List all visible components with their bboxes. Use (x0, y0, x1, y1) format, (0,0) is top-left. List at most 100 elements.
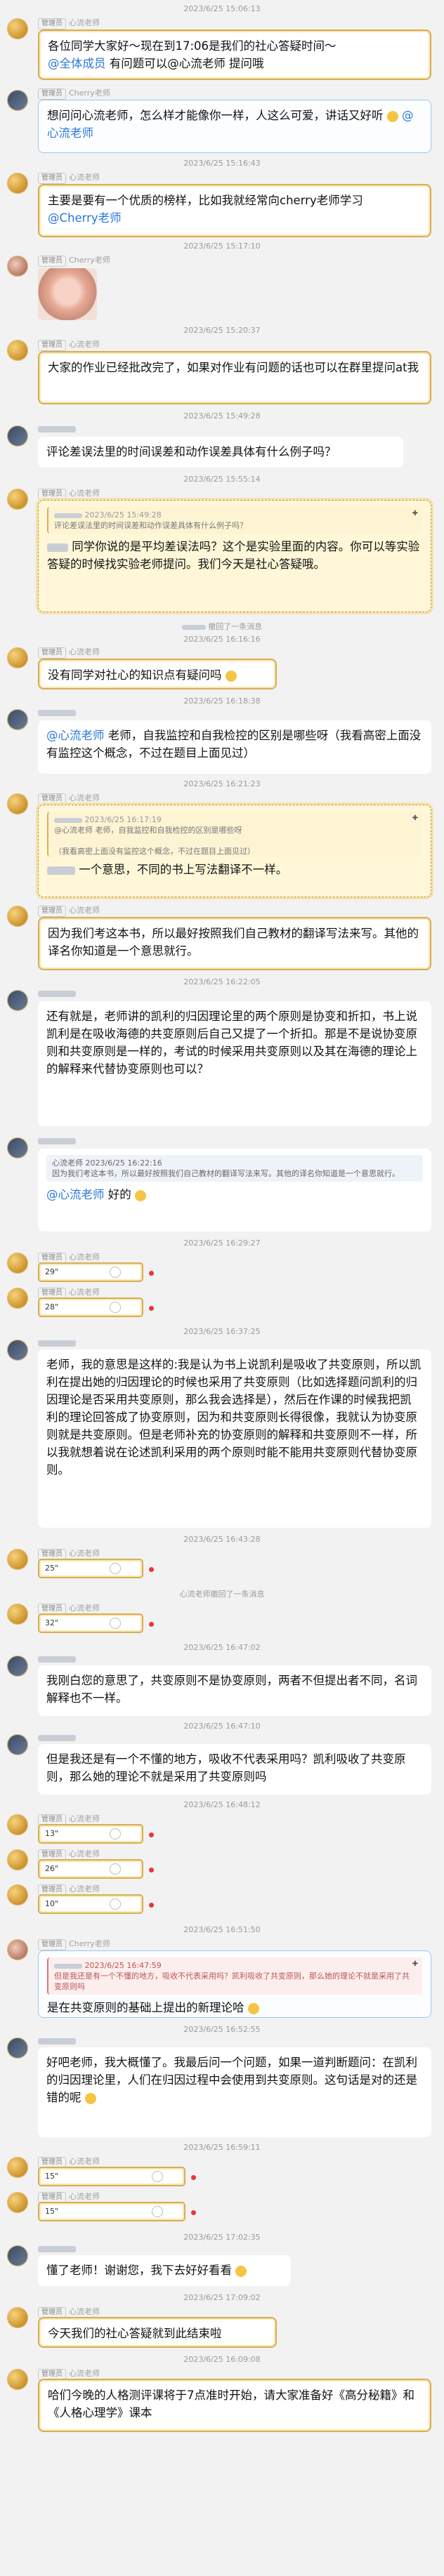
unread-dot (149, 1271, 154, 1276)
message-bubble[interactable]: 我刚白您的意思了，共变原则不是协变原则，两者不但提出者不同，名词解释也不一样。 (38, 1665, 431, 1716)
blurred-mention (47, 543, 68, 552)
teacher-avatar[interactable] (7, 1288, 28, 1309)
quoted-reply-bubble[interactable]: 2023/6/25 15:49:28 评论差误法里的时间误差和动作误差具体有什么… (38, 500, 431, 612)
teacher-avatar[interactable] (7, 1549, 28, 1570)
message-text: 今天我们的社心答疑就到此结束啦 (48, 2327, 222, 2340)
quoted-reply-bubble[interactable]: 2023/6/25 16:17:19 @心流老师 老师，自我监控和自我检控的区别… (38, 805, 431, 897)
play-icon (110, 1267, 121, 1278)
teacher-avatar[interactable] (7, 173, 28, 194)
blurred-name (38, 1656, 76, 1663)
blurred-name (54, 817, 82, 823)
message-bubble[interactable]: 好吧老师，我大概懂了。我最后问一个问题，如果一道判断题问：在凯利的归因理论里，人… (38, 2047, 431, 2137)
quote-block[interactable]: 2023/6/25 16:17:19 @心流老师 老师，自我监控和自我检控的区别… (47, 812, 422, 857)
teacher-avatar[interactable] (7, 1814, 28, 1835)
student-avatar[interactable] (7, 425, 28, 447)
teacher-avatar[interactable] (7, 1884, 28, 1905)
sender-label: 管理员 心流老师 (38, 171, 100, 184)
sender-label (38, 1733, 76, 1742)
teacher-avatar[interactable] (7, 793, 28, 814)
quote-block[interactable]: 2023/6/25 16:47:59 但是我还是有一个不懂的地方，吸收不代表采用… (47, 1957, 422, 1995)
teacher-avatar[interactable] (7, 2192, 28, 2213)
play-icon (110, 1828, 121, 1839)
cherry-avatar[interactable] (7, 256, 28, 277)
mention-all[interactable]: @全体成员 (48, 57, 106, 70)
sender-name: 心流老师 (69, 1549, 100, 1558)
timestamp: 2023/6/25 16:43:28 (183, 1535, 261, 1544)
student-avatar[interactable] (7, 709, 28, 730)
student-avatar[interactable] (7, 1137, 28, 1158)
teacher-avatar[interactable] (7, 906, 28, 927)
mention[interactable]: @心流老师 (46, 1188, 105, 1201)
timestamp: 2023/6/25 16:48:12 (183, 1800, 261, 1809)
message-bubble[interactable]: 各位同学大家好～现在到17:06是我们的社心答疑时间～ @全体成员 有问题可以@… (38, 29, 431, 80)
mention[interactable]: @Cherry老师 (48, 211, 122, 225)
voice-duration: 28" (45, 1302, 59, 1312)
message-bubble[interactable]: 想问问心流老师，怎么样才能像你一样，人这么可爱，讲话又好听 @心流老师 (38, 100, 431, 153)
quote-text: @心流老师 老师，自我监控和自我检控的区别是哪些呀 (54, 826, 242, 835)
voice-message[interactable]: 28" (38, 1297, 143, 1317)
voice-message[interactable]: 15" (38, 2167, 185, 2186)
voice-message[interactable]: 32" (38, 1613, 143, 1633)
teacher-avatar[interactable] (7, 1849, 28, 1870)
emoji-icon (247, 2002, 259, 2014)
voice-message[interactable]: 26" (38, 1859, 143, 1879)
student-avatar[interactable] (7, 990, 28, 1011)
sender-name: 心流老师 (69, 2307, 100, 2316)
teacher-avatar[interactable] (7, 2307, 28, 2328)
reply-preview[interactable]: 心流老师 2023/6/25 16:22:16 因为我们考这本书，所以最好按照我… (46, 1155, 423, 1182)
message-bubble[interactable]: 主要是要有一个优质的榜样，比如我就经常向cherry老师学习 @Cherry老师 (38, 184, 431, 237)
teacher-avatar[interactable] (7, 2157, 28, 2178)
voice-message[interactable]: 13" (38, 1824, 143, 1844)
pin-icon[interactable]: ✚ (412, 508, 418, 519)
message-bubble[interactable]: 懂了老师！谢谢您，我下去好好看看 (38, 2255, 291, 2286)
message-bubble[interactable]: 但是我还是有一个不懂的地方，吸收不代表采用吗？凯利吸收了共变原则，那么她的理论不… (38, 1744, 431, 1795)
voice-duration: 10" (45, 1899, 59, 1908)
student-avatar[interactable] (7, 2037, 28, 2059)
teacher-avatar[interactable] (7, 2369, 28, 2390)
quote-block[interactable]: 2023/6/25 15:49:28 评论差误法里的时间误差和动作误差具体有什么… (47, 507, 422, 534)
pin-icon[interactable]: ✚ (412, 1959, 418, 1969)
message-bubble[interactable]: 没有同学对社心的知识点有疑问吗 (38, 659, 277, 689)
quote-text: （我看高密上面没有监控这个概念，不过在题目上面见过） (54, 847, 255, 856)
message-bubble[interactable]: 今天我们的社心答疑就到此结束啦 (38, 2317, 277, 2348)
blurred-name (38, 2037, 76, 2045)
message-text: 想问问心流老师，怎么样才能像你一样，人这么可爱，讲话又好听 (47, 109, 384, 122)
teacher-avatar[interactable] (7, 1604, 28, 1625)
message-bubble[interactable]: 大家的作业已经批改完了，如果对作业有问题的话也可以在群里提问at我 (38, 351, 431, 404)
teacher-avatar[interactable] (7, 340, 28, 361)
message-bubble[interactable]: 哈们今晚的人格测评课将于7点准时开始，请大家准备好《高分秘籍》和《人格心理学》课… (38, 2379, 431, 2432)
message-bubble[interactable]: 评论差误法里的时间误差和动作误差具体有什么例子吗？ (38, 437, 403, 468)
sender-name: 心流老师 (69, 1849, 100, 1858)
teacher-avatar[interactable] (7, 1253, 28, 1274)
voice-duration: 25" (45, 1564, 59, 1573)
message-bubble[interactable]: 因为我们考这本书，所以最好按照我们自己教材的翻译写法来写。其他的译名你知道是一个… (38, 917, 431, 970)
message-bubble[interactable]: @心流老师 老师，自我监控和自我检控的区别是哪些呀（我看高密上面没有监控这个概念… (38, 720, 431, 774)
student-avatar[interactable] (7, 1734, 28, 1755)
voice-message[interactable]: 25" (38, 1559, 143, 1578)
message-bubble[interactable]: 还有就是，老师讲的凯利的归因理论里的两个原则是协变和折扣，书上说凯利是在吸收海德… (38, 1001, 431, 1126)
sender-label (38, 1136, 76, 1145)
pin-icon[interactable]: ✚ (412, 813, 418, 824)
teacher-avatar[interactable] (7, 489, 28, 510)
message-text: 老师，我的意思是这样的:我是认为书上说凯利是吸收了共变原则，所以凯利在提出她的归… (46, 1358, 422, 1477)
voice-message[interactable]: 10" (38, 1894, 143, 1914)
image-message[interactable] (38, 268, 97, 320)
cherry-avatar[interactable] (7, 1939, 28, 1960)
recall-notice: 撤回了一条消息 (0, 621, 444, 632)
student-avatar[interactable] (7, 90, 28, 111)
voice-message[interactable]: 29" (38, 1262, 143, 1282)
admin-badge: 管理员 (38, 88, 66, 100)
mention[interactable]: @心流老师 (46, 729, 105, 742)
timestamp: 2023/6/25 16:47:10 (183, 1722, 261, 1731)
student-avatar[interactable] (7, 2245, 28, 2266)
teacher-avatar[interactable] (7, 647, 28, 668)
reply-bubble[interactable]: 心流老师 2023/6/25 16:22:16 因为我们考这本书，所以最好按照我… (38, 1149, 431, 1231)
message-bubble[interactable]: 老师，我的意思是这样的:我是认为书上说凯利是吸收了共变原则，所以凯利在提出她的归… (38, 1349, 431, 1528)
unread-dot (149, 1868, 154, 1872)
student-avatar[interactable] (7, 1340, 28, 1361)
voice-message[interactable]: 15" (38, 2202, 185, 2221)
student-avatar[interactable] (7, 1656, 28, 1677)
teacher-avatar[interactable] (7, 18, 28, 39)
voice-duration: 29" (45, 1267, 59, 1276)
quoted-reply-bubble[interactable]: 2023/6/25 16:47:59 但是我还是有一个不懂的地方，吸收不代表采用… (38, 1950, 431, 2018)
